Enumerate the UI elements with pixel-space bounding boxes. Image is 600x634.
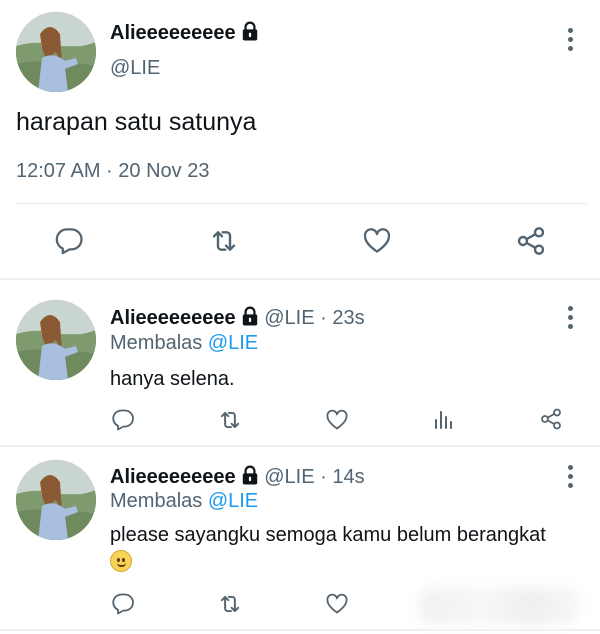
- more-options-icon[interactable]: [568, 465, 574, 492]
- reply-header: Alieeeeeeeee @LIE · 23s: [110, 306, 365, 332]
- tweet-text-content: please sayangku semoga kamu belum berang…: [110, 524, 546, 546]
- reply-icon[interactable]: [111, 407, 135, 431]
- handle[interactable]: @LIE: [264, 307, 314, 329]
- more-options-icon[interactable]: [568, 306, 574, 333]
- display-name[interactable]: Alieeeeeeeee: [110, 22, 236, 44]
- handle[interactable]: @LIE: [264, 466, 314, 488]
- retweet-icon[interactable]: [217, 407, 243, 433]
- more-options-icon[interactable]: [568, 28, 574, 55]
- reply-time[interactable]: · 14s: [320, 466, 364, 488]
- retweet-icon[interactable]: [208, 225, 240, 257]
- reply-header: Alieeeeeeeee @LIE · 14s: [110, 465, 365, 491]
- reply-icon[interactable]: [111, 591, 135, 615]
- main-tweet-author[interactable]: Alieeeeeeeee: [110, 21, 259, 46]
- lock-icon: [241, 465, 259, 491]
- display-name[interactable]: Alieeeeeeeee: [110, 466, 236, 488]
- like-icon[interactable]: [325, 408, 349, 432]
- analytics-icon[interactable]: [432, 408, 456, 432]
- tweet-text: harapan satu satunya: [16, 108, 257, 136]
- lock-icon: [241, 21, 259, 46]
- slightly-smiling-face-emoji: [110, 550, 132, 572]
- divider: [0, 629, 600, 631]
- tweet-text: please sayangku semoga kamu belum berang…: [110, 522, 550, 576]
- lock-icon: [241, 306, 259, 332]
- tweet-text: hanya selena.: [110, 368, 235, 390]
- tweet-timestamp[interactable]: 12:07 AM · 20 Nov 23: [16, 160, 209, 183]
- avatar[interactable]: [16, 12, 96, 92]
- divider: [0, 278, 600, 280]
- reply-time[interactable]: · 23s: [320, 307, 364, 329]
- handle[interactable]: @LIE: [110, 57, 160, 80]
- avatar[interactable]: [16, 300, 96, 380]
- like-icon[interactable]: [325, 592, 349, 616]
- retweet-icon[interactable]: [217, 591, 243, 617]
- like-icon[interactable]: [362, 226, 392, 256]
- mention-link[interactable]: @LIE: [208, 490, 258, 512]
- divider: [0, 445, 600, 447]
- replying-to: Membalas @LIE: [110, 332, 258, 355]
- display-name[interactable]: Alieeeeeeeee: [110, 307, 236, 329]
- mention-link[interactable]: @LIE: [208, 332, 258, 354]
- share-icon[interactable]: [539, 407, 563, 431]
- replying-prefix: Membalas: [110, 332, 203, 354]
- share-icon[interactable]: [515, 225, 547, 257]
- divider: [16, 203, 586, 204]
- replying-to: Membalas @LIE: [110, 490, 258, 513]
- blurred-actions: [420, 588, 580, 624]
- avatar[interactable]: [16, 460, 96, 540]
- replying-prefix: Membalas: [110, 490, 203, 512]
- reply-icon[interactable]: [54, 225, 84, 255]
